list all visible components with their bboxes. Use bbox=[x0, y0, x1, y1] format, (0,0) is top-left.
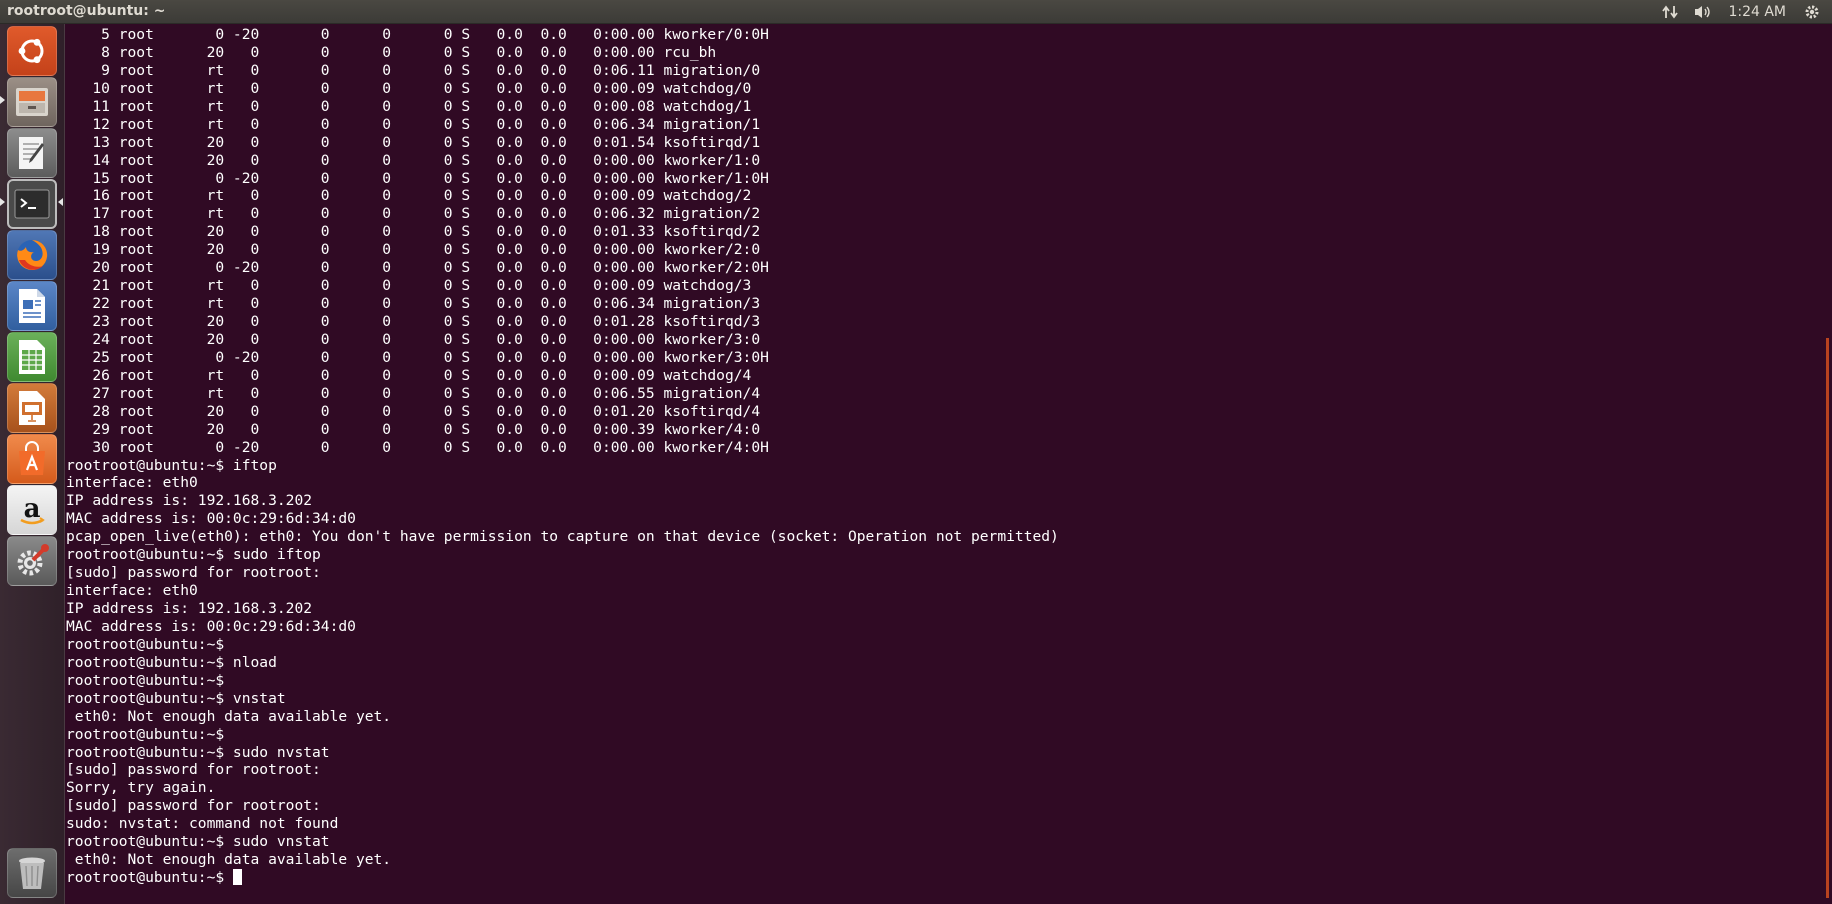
launcher-item-software[interactable] bbox=[7, 434, 57, 484]
launcher-item-impress[interactable] bbox=[7, 383, 57, 433]
terminal-line: 26 root rt 0 0 0 0 S 0.0 0.0 0:00.09 wat… bbox=[66, 366, 752, 384]
launcher-item-firefox[interactable] bbox=[7, 230, 57, 280]
top-panel: rootroot@ubuntu: ~ 1:24 AM bbox=[0, 0, 1832, 24]
impress-presentation-icon bbox=[19, 391, 45, 425]
volume-icon[interactable] bbox=[1694, 4, 1712, 20]
terminal-line: rootroot@ubuntu:~$ vnstat bbox=[66, 689, 286, 707]
software-bag-icon bbox=[19, 441, 45, 475]
terminal-cursor bbox=[232, 869, 242, 886]
terminal-line: rootroot@ubuntu:~$ bbox=[66, 725, 225, 743]
launcher: a bbox=[0, 24, 65, 904]
terminal-line: IP address is: 192.168.3.202 bbox=[66, 600, 313, 617]
terminal-line: rootroot@ubuntu:~$ sudo iftop bbox=[66, 546, 321, 564]
terminal-line: 14 root 20 0 0 0 0 S 0.0 0.0 0:00.00 kwo… bbox=[66, 151, 761, 169]
terminal-line: 21 root rt 0 0 0 0 S 0.0 0.0 0:00.09 wat… bbox=[66, 277, 752, 295]
terminal-line: 15 root 0 -20 0 0 0 S 0.0 0.0 0:00.00 kw… bbox=[66, 169, 769, 187]
terminal-line: [sudo] password for rootroot: bbox=[66, 761, 321, 779]
writer-document-icon bbox=[19, 289, 45, 323]
terminal-line: 20 root 0 -20 0 0 0 S 0.0 0.0 0:00.00 kw… bbox=[66, 259, 769, 277]
firefox-icon bbox=[17, 239, 48, 270]
launcher-item-system-settings[interactable] bbox=[7, 536, 57, 586]
terminal-line: [sudo] password for rootroot: bbox=[66, 564, 321, 582]
launcher-item-calc[interactable] bbox=[7, 332, 57, 382]
network-updown-icon[interactable] bbox=[1662, 4, 1679, 20]
terminal-line: sudo: nvstat: command not found bbox=[66, 815, 339, 833]
launcher-item-writer[interactable] bbox=[7, 281, 57, 331]
terminal-line: rootroot@ubuntu:~$ bbox=[66, 635, 225, 653]
trash-icon bbox=[19, 857, 45, 889]
settings-gear-icon[interactable] bbox=[1804, 4, 1820, 20]
terminal-prompt: rootroot@ubuntu:~$ bbox=[66, 869, 233, 887]
terminal-line: rootroot@ubuntu:~$ bbox=[66, 671, 225, 689]
terminal-line: 13 root 20 0 0 0 0 S 0.0 0.0 0:01.54 kso… bbox=[66, 133, 761, 151]
terminal-line: eth0: Not enough data available yet. bbox=[66, 851, 392, 869]
terminal-line: eth0: Not enough data available yet. bbox=[66, 707, 392, 725]
terminal-line: 11 root rt 0 0 0 0 S 0.0 0.0 0:00.08 wat… bbox=[66, 97, 752, 115]
terminal-line: 17 root rt 0 0 0 0 S 0.0 0.0 0:06.32 mig… bbox=[66, 205, 761, 223]
terminal-line: pcap_open_live(eth0): eth0: You don't ha… bbox=[66, 528, 1059, 546]
launcher-item-trash[interactable] bbox=[7, 848, 57, 898]
terminal-prompt-line[interactable]: rootroot@ubuntu:~$ bbox=[66, 869, 1826, 887]
terminal-line: interface: eth0 bbox=[66, 474, 198, 492]
file-cabinet-icon bbox=[16, 88, 48, 116]
calc-spreadsheet-icon bbox=[19, 340, 45, 374]
terminal-line: rootroot@ubuntu:~$ sudo vnstat bbox=[66, 833, 330, 851]
terminal-line: 9 root rt 0 0 0 0 S 0.0 0.0 0:06.11 migr… bbox=[66, 61, 761, 79]
launcher-item-dash[interactable] bbox=[7, 26, 57, 76]
terminal-line: 28 root 20 0 0 0 0 S 0.0 0.0 0:01.20 kso… bbox=[66, 402, 761, 420]
indicator-area: 1:24 AM bbox=[1662, 0, 1832, 24]
terminal-line: 8 root 20 0 0 0 0 S 0.0 0.0 0:00.00 rcu_… bbox=[66, 43, 717, 61]
terminal-scrollbar[interactable] bbox=[1826, 338, 1829, 898]
terminal-line: 29 root 20 0 0 0 0 S 0.0 0.0 0:00.39 kwo… bbox=[66, 420, 761, 438]
svg-text:a: a bbox=[24, 494, 41, 524]
clock[interactable]: 1:24 AM bbox=[1728, 4, 1786, 20]
terminal-line: 30 root 0 -20 0 0 0 S 0.0 0.0 0:00.00 kw… bbox=[66, 438, 769, 456]
terminal-line: 12 root rt 0 0 0 0 S 0.0 0.0 0:06.34 mig… bbox=[66, 115, 761, 133]
terminal-line: interface: eth0 bbox=[66, 582, 198, 600]
terminal-icon bbox=[14, 189, 50, 219]
terminal-line: 5 root 0 -20 0 0 0 S 0.0 0.0 0:00.00 kwo… bbox=[66, 26, 769, 43]
terminal-line: MAC address is: 00:0c:29:6d:34:d0 bbox=[66, 510, 356, 528]
terminal-line: rootroot@ubuntu:~$ sudo nvstat bbox=[66, 743, 330, 761]
terminal-line: 27 root rt 0 0 0 0 S 0.0 0.0 0:06.55 mig… bbox=[66, 384, 761, 402]
terminal-line: IP address is: 192.168.3.202 bbox=[66, 492, 313, 510]
launcher-item-terminal[interactable] bbox=[7, 179, 57, 229]
terminal-line: rootroot@ubuntu:~$ iftop bbox=[66, 456, 277, 474]
terminal-line: 22 root rt 0 0 0 0 S 0.0 0.0 0:06.34 mig… bbox=[66, 295, 761, 313]
terminal-line: 18 root 20 0 0 0 0 S 0.0 0.0 0:01.33 kso… bbox=[66, 223, 761, 241]
ubuntu-logo-icon bbox=[18, 38, 44, 64]
terminal-line: 19 root 20 0 0 0 0 S 0.0 0.0 0:00.00 kwo… bbox=[66, 241, 761, 259]
terminal-line: 25 root 0 -20 0 0 0 S 0.0 0.0 0:00.00 kw… bbox=[66, 348, 769, 366]
amazon-icon: a bbox=[20, 494, 45, 525]
active-indicator bbox=[58, 198, 63, 206]
running-indicator bbox=[0, 198, 5, 206]
launcher-item-amazon[interactable]: a bbox=[7, 485, 57, 535]
terminal-line: Sorry, try again. bbox=[66, 779, 216, 797]
launcher-item-text-editor[interactable] bbox=[7, 128, 57, 178]
terminal-output[interactable]: 5 root 0 -20 0 0 0 S 0.0 0.0 0:00.00 kwo… bbox=[66, 26, 1826, 904]
terminal-line: 16 root rt 0 0 0 0 S 0.0 0.0 0:00.09 wat… bbox=[66, 187, 752, 205]
window-title: rootroot@ubuntu: ~ bbox=[7, 3, 166, 19]
terminal-line: [sudo] password for rootroot: bbox=[66, 797, 321, 815]
launcher-item-files[interactable] bbox=[7, 77, 57, 127]
terminal-line: MAC address is: 00:0c:29:6d:34:d0 bbox=[66, 617, 356, 635]
running-indicator bbox=[0, 96, 5, 104]
terminal-line: 24 root 20 0 0 0 0 S 0.0 0.0 0:00.00 kwo… bbox=[66, 330, 761, 348]
text-editor-icon bbox=[19, 137, 44, 169]
terminal-line: 23 root 20 0 0 0 0 S 0.0 0.0 0:01.28 kso… bbox=[66, 313, 761, 330]
terminal-line: rootroot@ubuntu:~$ nload bbox=[66, 653, 277, 671]
wrench-gear-icon bbox=[17, 544, 49, 576]
terminal-line: 10 root rt 0 0 0 0 S 0.0 0.0 0:00.09 wat… bbox=[66, 79, 752, 97]
